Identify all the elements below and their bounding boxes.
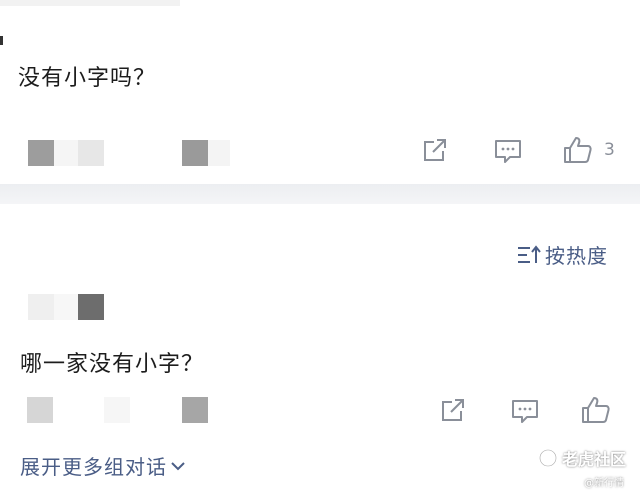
like-icon[interactable] (580, 395, 612, 425)
like-count: 3 (604, 140, 615, 160)
redacted-meta (27, 397, 53, 423)
expand-conversation-button[interactable]: 展开更多组对话 (20, 451, 186, 480)
expand-label: 展开更多组对话 (20, 455, 167, 479)
share-icon[interactable] (421, 138, 449, 164)
redacted-meta (54, 294, 78, 320)
watermark: 老虎社区 @新行情 (538, 446, 638, 489)
section-divider (0, 184, 640, 204)
left-marker (0, 36, 3, 45)
share-icon[interactable] (439, 398, 467, 424)
redacted-meta (104, 397, 130, 423)
redacted-meta (78, 294, 104, 320)
post1-text: 没有小字吗？ (18, 66, 157, 91)
watermark-brand: 老虎社区 (562, 450, 627, 469)
watermark-sub: @新行情 (584, 478, 624, 489)
sort-control[interactable]: 按热度 (516, 240, 608, 269)
redacted-meta (182, 140, 208, 166)
sort-icon (516, 244, 542, 266)
redacted-meta (28, 294, 54, 320)
comment-icon[interactable] (510, 398, 540, 426)
redacted-meta (182, 397, 208, 423)
like-icon[interactable] (562, 135, 594, 165)
redacted-meta (208, 140, 230, 166)
post2-text: 哪一家没有小字？ (20, 352, 205, 377)
chevron-down-icon (170, 460, 186, 472)
redacted-meta (28, 140, 54, 166)
sort-label: 按热度 (545, 244, 608, 268)
redacted-meta (78, 140, 104, 166)
comment-icon[interactable] (493, 138, 523, 166)
tiger-logo-icon (538, 448, 558, 468)
top-edge (0, 0, 180, 6)
redacted-meta (54, 140, 78, 166)
